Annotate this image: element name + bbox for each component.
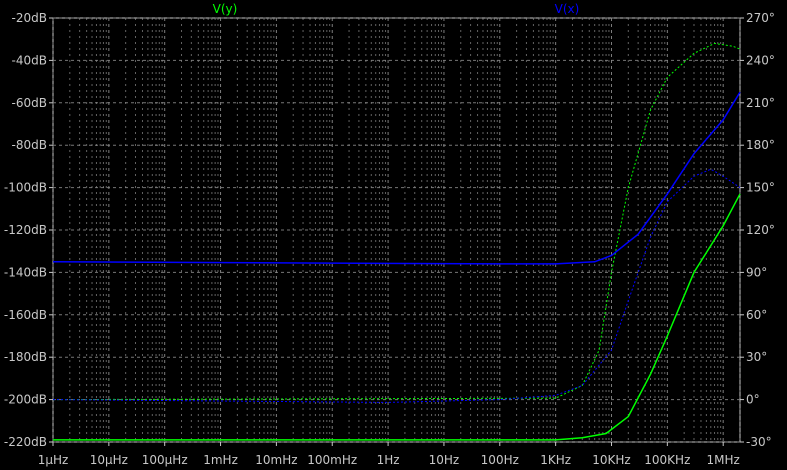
x-tick-label: 1KHz xyxy=(540,453,571,467)
y-left-tick-label: -180dB xyxy=(4,350,47,364)
y-right-tick-label: 180° xyxy=(746,138,775,152)
y-right-tick-label: 270° xyxy=(746,11,775,25)
x-tick-label: 10KHz xyxy=(592,453,630,467)
x-tick-label: 1µHz xyxy=(38,453,69,467)
legend-label: V(x) xyxy=(555,2,580,16)
legend-label: V(y) xyxy=(213,2,238,16)
y-left-tick-label: -60dB xyxy=(12,96,47,110)
legend: V(y) V(x) xyxy=(213,2,580,16)
y-left-tick-label: -100dB xyxy=(4,181,47,195)
y-right-tick-label: 30° xyxy=(746,350,767,364)
x-tick-label: 1mHz xyxy=(203,453,238,467)
y-right-tick-label: 120° xyxy=(746,223,775,237)
x-tick-label: 1Hz xyxy=(377,453,400,467)
x-tick-label: 1MHz xyxy=(707,453,740,467)
x-tick-label: 10µHz xyxy=(90,453,128,467)
y-right-tick-label: -30° xyxy=(746,435,772,449)
y-left-tick-label: -200dB xyxy=(4,393,47,407)
y-right-tick-label: 240° xyxy=(746,53,775,67)
y-left-tick-label: -120dB xyxy=(4,223,47,237)
y-right-tick-label: 0° xyxy=(746,393,760,407)
y-right-tick-label: 90° xyxy=(746,265,767,279)
y-right-tick-label: 210° xyxy=(746,96,775,110)
x-tick-label: 100µHz xyxy=(142,453,188,467)
y-right-tick-label: 150° xyxy=(746,181,775,195)
bode-plot: 1µHz 10µHz 100µHz 1mHz 10mHz 100mHz 1Hz 10Hz 100… xyxy=(4,2,775,467)
y-left-tick-label: -140dB xyxy=(4,265,47,279)
y-left-tick-label: -80dB xyxy=(12,138,47,152)
x-tick-label: 10Hz xyxy=(429,453,460,467)
x-tick-label: 100mHz xyxy=(307,453,357,467)
y-left-tick-label: -160dB xyxy=(4,308,47,322)
x-tick-label: 10mHz xyxy=(255,453,297,467)
x-tick-label: 100KHz xyxy=(644,453,690,467)
y-right-tick-label: 60° xyxy=(746,308,767,322)
y-left-tick-label: -220dB xyxy=(4,435,47,449)
y-left-tick-label: -20dB xyxy=(12,11,47,25)
x-tick-label: 100Hz xyxy=(481,453,519,467)
y-left-tick-label: -40dB xyxy=(12,53,47,67)
